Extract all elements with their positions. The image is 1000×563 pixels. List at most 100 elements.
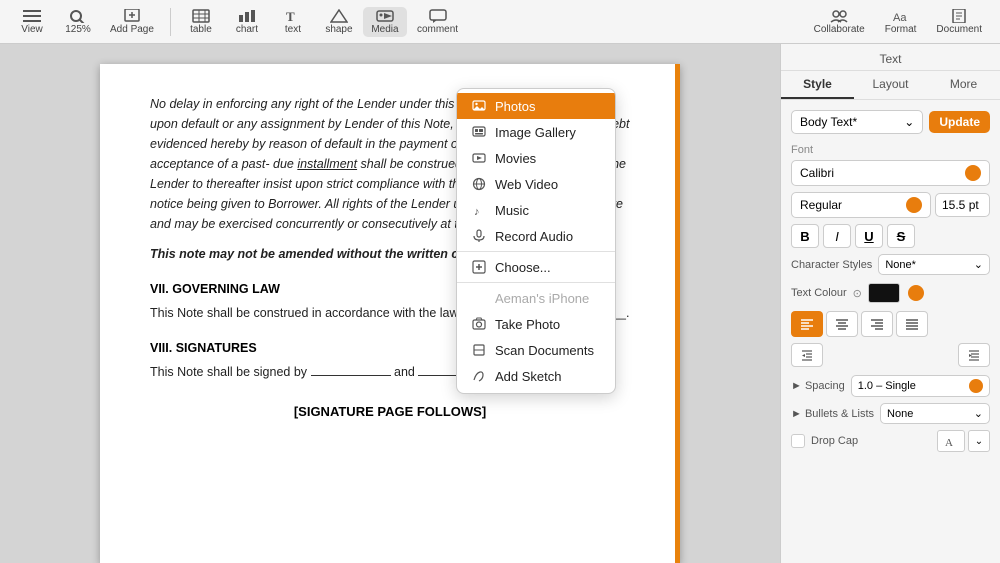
char-styles-row: Character Styles None* ⌄	[791, 254, 990, 275]
italic-button[interactable]: I	[823, 224, 851, 248]
style-row: Body Text* ⌄ Update	[791, 110, 990, 134]
font-style-label: Regular	[800, 198, 842, 212]
style-chevron-icon: ⌄	[904, 115, 914, 129]
zoom-button[interactable]: 125%	[56, 7, 100, 37]
align-justify-button[interactable]	[896, 311, 928, 337]
menu-item-choose[interactable]: Choose...	[457, 254, 615, 280]
table-label: table	[190, 24, 212, 35]
movies-icon	[471, 150, 487, 166]
align-left-button[interactable]	[791, 311, 823, 337]
scan-documents-icon	[471, 342, 487, 358]
bullets-label[interactable]: ► Bullets & Lists	[791, 408, 874, 420]
spacing-label[interactable]: ► Spacing	[791, 380, 845, 392]
update-button[interactable]: Update	[929, 111, 990, 133]
font-size-box[interactable]: 15.5 pt	[935, 193, 990, 217]
right-panel: Text Style Layout More Body Text* ⌄ Upda…	[780, 44, 1000, 563]
add-sketch-label: Add Sketch	[495, 369, 562, 384]
take-photo-icon	[471, 316, 487, 332]
dropcap-options-button[interactable]: ⌄	[968, 430, 990, 452]
document-area: No delay in enforcing any right of the L…	[0, 44, 780, 563]
font-size-label: 15.5 pt	[942, 198, 979, 212]
decrease-indent-button[interactable]	[791, 343, 823, 367]
menu-item-record-audio[interactable]: Record Audio	[457, 223, 615, 249]
choose-icon	[471, 259, 487, 275]
menu-item-photos[interactable]: Photos	[457, 93, 615, 119]
dropcap-row: Drop Cap A ⌄	[791, 430, 990, 452]
font-name-row: Calibri	[791, 160, 990, 186]
add-page-button[interactable]: Add Page	[102, 7, 162, 37]
record-audio-label: Record Audio	[495, 229, 573, 244]
orange-bar	[675, 64, 680, 563]
panel-title: Text	[781, 44, 1000, 71]
menu-item-music[interactable]: ♪ Music	[457, 197, 615, 223]
music-icon: ♪	[471, 202, 487, 218]
spacing-dropdown[interactable]: 1.0 – Single	[851, 375, 990, 397]
dropcap-chevron: ⌄	[975, 436, 983, 447]
spacing-value: 1.0 – Single	[858, 380, 916, 392]
web-video-icon	[471, 176, 487, 192]
shape-button[interactable]: shape	[317, 7, 361, 37]
font-section-label: Font	[791, 144, 990, 156]
text-button[interactable]: T text	[271, 7, 315, 37]
dropcap-style-button[interactable]: A	[937, 430, 965, 452]
menu-item-iphone-section: Aeman's iPhone	[457, 285, 615, 311]
media-button[interactable]: Media	[363, 7, 407, 37]
menu-separator-2	[457, 282, 615, 283]
menu-item-add-sketch[interactable]: Add Sketch	[457, 363, 615, 389]
collaborate-label: Collaborate	[814, 24, 865, 35]
scan-documents-label: Scan Documents	[495, 343, 594, 358]
document-label: Document	[936, 24, 982, 35]
toolbar-insert-group: table chart T text shape Media comment	[179, 7, 466, 37]
table-button[interactable]: table	[179, 7, 223, 37]
collaborate-button[interactable]: Collaborate	[806, 7, 873, 37]
bullets-dropdown[interactable]: None ⌄	[880, 403, 990, 424]
record-audio-icon	[471, 228, 487, 244]
dropcap-checkbox[interactable]	[791, 434, 805, 448]
font-style-dropdown[interactable]: Regular	[791, 192, 931, 218]
svg-text:♪: ♪	[474, 206, 480, 217]
panel-body: Body Text* ⌄ Update Font Calibri Regular	[781, 100, 1000, 563]
panel-tabs: Style Layout More	[781, 71, 1000, 100]
tab-layout[interactable]: Layout	[854, 71, 927, 99]
music-label: Music	[495, 203, 529, 218]
menu-item-take-photo[interactable]: Take Photo	[457, 311, 615, 337]
photos-icon	[471, 98, 487, 114]
color-link-icon: ⊙	[853, 287, 862, 300]
underline-button[interactable]: U	[855, 224, 883, 248]
tab-style[interactable]: Style	[781, 71, 854, 99]
color-swatch[interactable]	[868, 283, 900, 303]
signature-page-text: [SIGNATURE PAGE FOLLOWS]	[150, 402, 630, 422]
align-center-button[interactable]	[826, 311, 858, 337]
bold-button[interactable]: B	[791, 224, 819, 248]
style-dropdown[interactable]: Body Text* ⌄	[791, 110, 923, 134]
font-name-label: Calibri	[800, 166, 834, 180]
menu-item-movies[interactable]: Movies	[457, 145, 615, 171]
toolbar-right: Collaborate Aa Format Document	[806, 7, 990, 37]
comment-label: comment	[417, 24, 458, 35]
comment-button[interactable]: comment	[409, 7, 466, 37]
menu-item-web-video[interactable]: Web Video	[457, 171, 615, 197]
dropcap-label: Drop Cap	[811, 435, 858, 447]
media-dropdown-menu: Photos Image Gallery Movies Web Video	[456, 88, 616, 394]
increase-indent-button[interactable]	[958, 343, 990, 367]
toolbar-left-group: View 125% Add Page	[10, 7, 162, 37]
format-label: Format	[885, 24, 917, 35]
char-styles-dropdown[interactable]: None* ⌄	[878, 254, 990, 275]
format-button[interactable]: Aa Format	[877, 7, 925, 37]
chart-button[interactable]: chart	[225, 7, 269, 37]
tab-more[interactable]: More	[927, 71, 1000, 99]
zoom-label: 125%	[65, 24, 91, 35]
menu-item-scan-documents[interactable]: Scan Documents	[457, 337, 615, 363]
media-label: Media	[371, 24, 398, 35]
char-styles-value: None*	[885, 259, 916, 271]
strikethrough-button[interactable]: S	[887, 224, 915, 248]
color-label: Text Colour	[791, 287, 847, 299]
svg-text:T: T	[286, 9, 295, 23]
align-right-button[interactable]	[861, 311, 893, 337]
view-button[interactable]: View	[10, 7, 54, 37]
font-orange-circle	[965, 165, 981, 181]
font-name-dropdown[interactable]: Calibri	[791, 160, 990, 186]
menu-item-image-gallery[interactable]: Image Gallery	[457, 119, 615, 145]
iphone-label: Aeman's iPhone	[495, 291, 589, 306]
document-button[interactable]: Document	[928, 7, 990, 37]
